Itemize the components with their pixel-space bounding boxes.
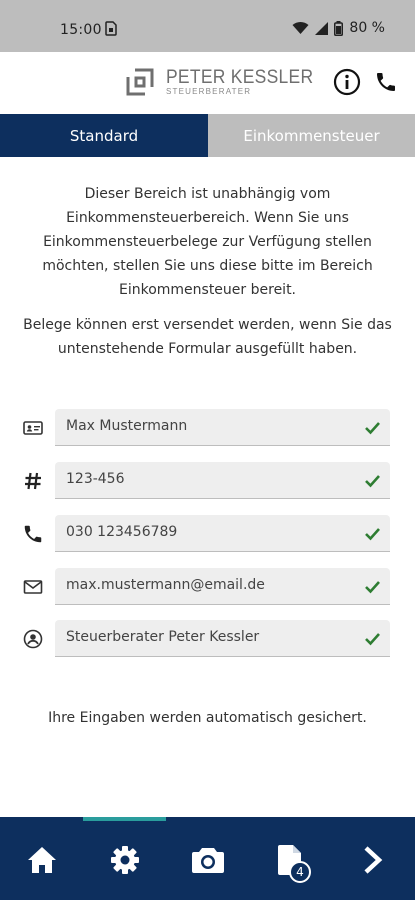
form-row-client-number: 123-456: [0, 462, 415, 500]
bottom-nav: 4: [0, 817, 415, 900]
logo-subtitle: STEUERBERATER: [166, 87, 252, 96]
phone-field[interactable]: 030 123456789: [55, 515, 390, 552]
nav-active-indicator: [83, 817, 166, 821]
settings-icon[interactable]: [105, 840, 145, 880]
info-icon[interactable]: [333, 68, 361, 96]
logo: PETER KESSLER STEUERBERATER: [124, 67, 326, 97]
autosave-note: Ihre Eingaben werden automatisch gesiche…: [48, 710, 367, 726]
check-icon: [364, 472, 381, 489]
check-icon: [364, 630, 381, 647]
client-number-field-value: 123-456: [66, 471, 125, 487]
name-field[interactable]: Max Mustermann: [55, 409, 390, 446]
check-icon: [364, 419, 381, 436]
signal-icon: [315, 21, 329, 35]
phone-icon: [22, 523, 44, 545]
battery-percent: 80 %: [349, 20, 385, 36]
tab-standard[interactable]: Standard: [0, 114, 208, 157]
advisor-field[interactable]: Steuerberater Peter Kessler: [55, 620, 390, 657]
logo-name: PETER KESSLER: [166, 67, 314, 88]
app-header: PETER KESSLER STEUERBERATER: [0, 52, 415, 114]
sim-icon: [105, 21, 117, 40]
mail-icon: [22, 576, 44, 598]
tab-einkommensteuer[interactable]: Einkommensteuer: [208, 114, 415, 157]
form-row-phone: 030 123456789: [0, 515, 415, 553]
client-number-field[interactable]: 123-456: [55, 462, 390, 499]
battery-icon: [334, 20, 344, 36]
form-row-advisor: Steuerberater Peter Kessler: [0, 620, 415, 658]
intro-paragraph-1: Dieser Bereich ist unabhängig vom Einkom…: [42, 186, 373, 298]
hash-icon: [22, 470, 44, 492]
phone-field-value: 030 123456789: [66, 524, 178, 540]
status-time: 15:00: [60, 22, 102, 38]
phone-icon[interactable]: [374, 70, 398, 94]
check-icon: [364, 525, 381, 542]
tab-bar: Standard Einkommensteuer: [0, 114, 415, 157]
intro-paragraph-2: Belege können erst versendet werden, wen…: [23, 317, 392, 357]
name-field-value: Max Mustermann: [66, 418, 188, 434]
documents-count-badge: 4: [289, 861, 311, 883]
user-circle-icon: [22, 628, 44, 650]
camera-icon[interactable]: [188, 840, 228, 880]
check-icon: [364, 578, 381, 595]
wifi-icon: [292, 21, 309, 35]
id-card-icon: [22, 417, 44, 439]
next-icon[interactable]: [353, 840, 393, 880]
form-row-email: max.mustermann@email.de: [0, 568, 415, 606]
status-bar: 15:00 80 %: [0, 0, 415, 52]
email-field-value: max.mustermann@email.de: [66, 577, 265, 593]
email-field[interactable]: max.mustermann@email.de: [55, 568, 390, 605]
form-row-name: Max Mustermann: [0, 409, 415, 447]
logo-mark-icon: [126, 68, 154, 96]
home-icon[interactable]: [22, 840, 62, 880]
advisor-field-value: Steuerberater Peter Kessler: [66, 629, 260, 645]
